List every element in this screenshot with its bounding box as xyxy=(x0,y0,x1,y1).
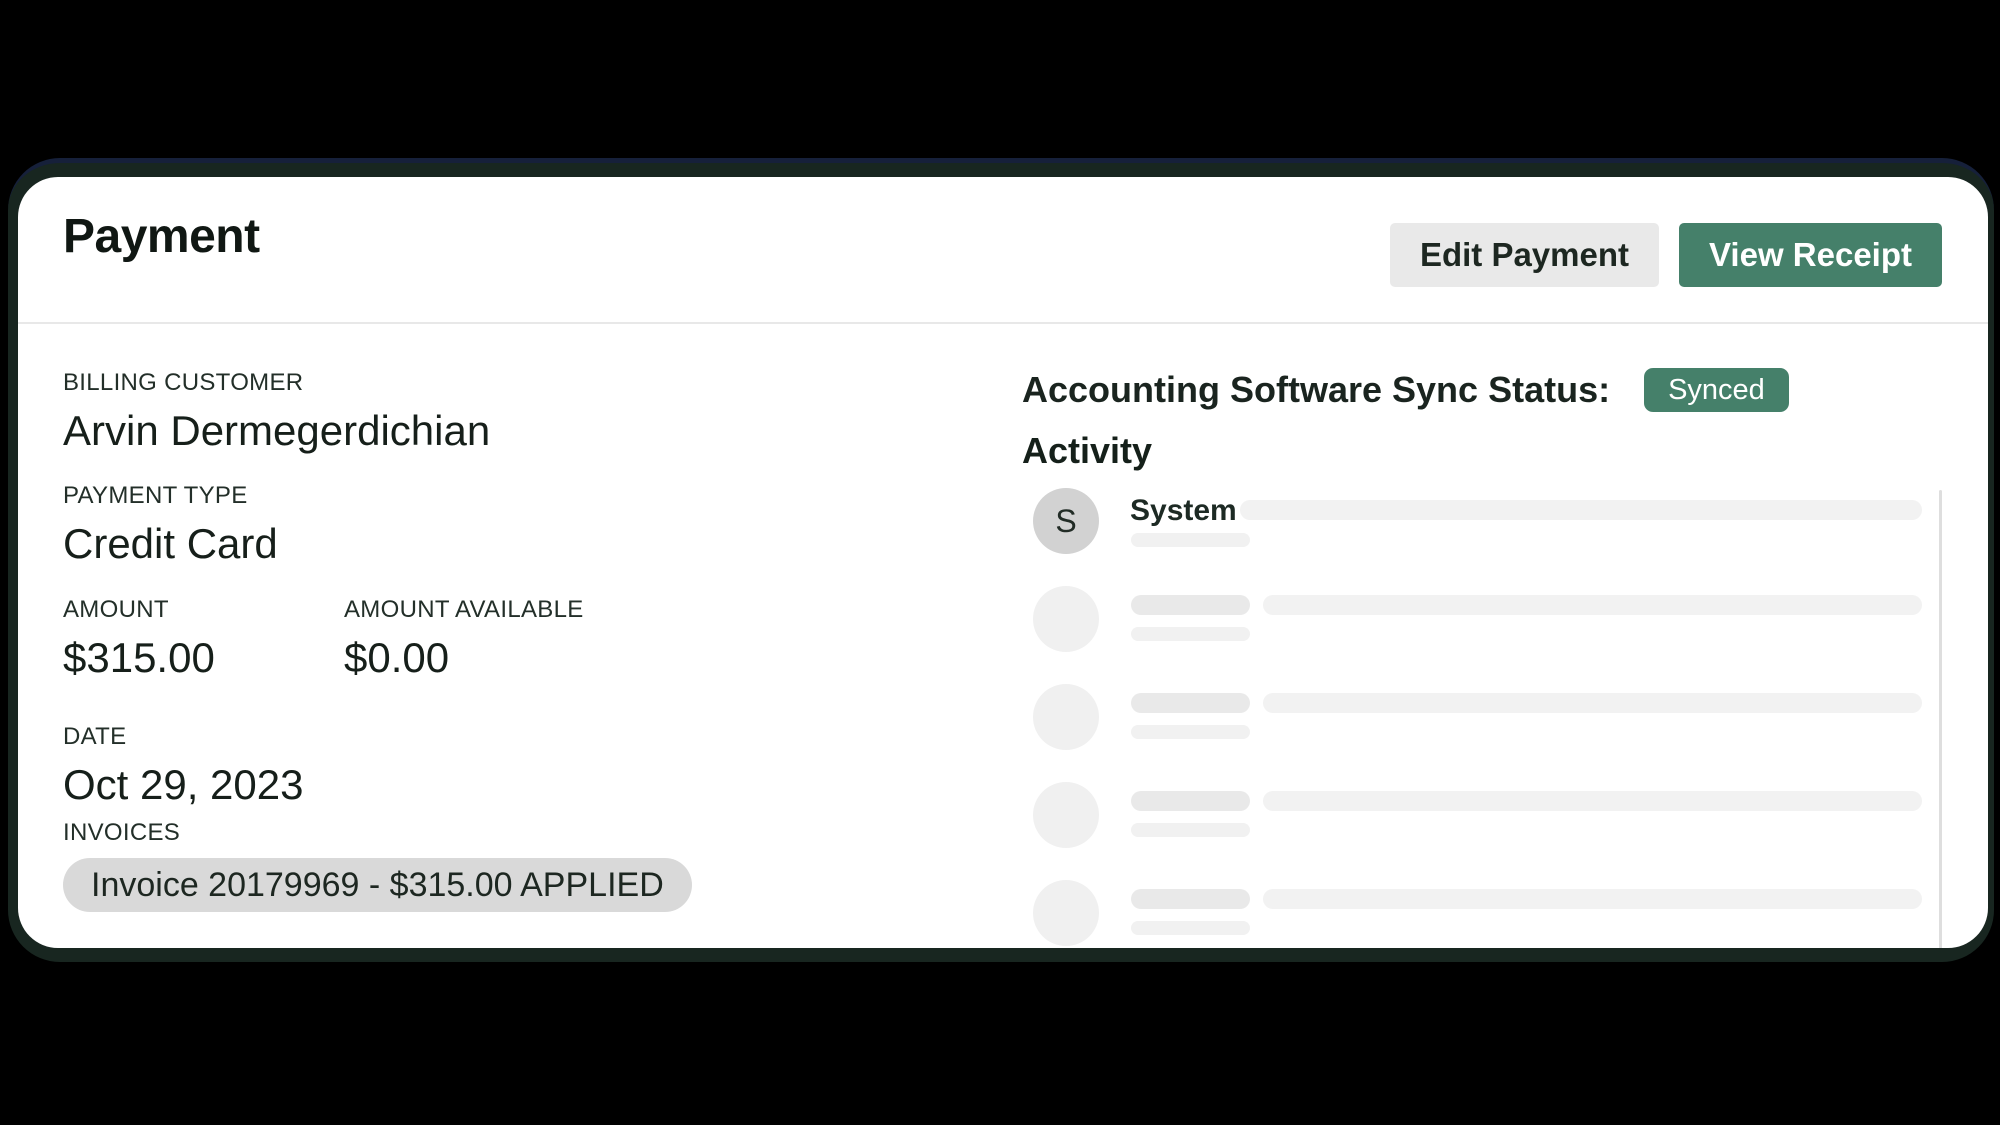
skeleton-bar xyxy=(1263,889,1922,909)
activity-skeleton-row xyxy=(1022,782,1922,880)
activity-skeleton-row xyxy=(1022,880,1922,948)
card-halo: Payment Edit Payment View Receipt BILLIN… xyxy=(8,158,1994,962)
field-value: $315.00 xyxy=(63,635,215,681)
skeleton-bar xyxy=(1263,693,1922,713)
field-invoices: INVOICES Invoice 20179969 - $315.00 APPL… xyxy=(63,818,692,912)
activity-heading: Activity xyxy=(1022,430,1152,472)
sync-status-row: Accounting Software Sync Status: Synced xyxy=(1022,368,1789,412)
field-value: Oct 29, 2023 xyxy=(63,762,304,808)
field-amount-available: AMOUNT AVAILABLE $0.00 xyxy=(344,595,584,681)
activity-row-system: S System xyxy=(1022,488,1922,586)
skeleton-bar xyxy=(1240,500,1922,520)
edit-payment-button[interactable]: Edit Payment xyxy=(1390,223,1659,287)
skeleton-bar xyxy=(1263,595,1922,615)
payment-card: Payment Edit Payment View Receipt BILLIN… xyxy=(18,177,1988,948)
field-value: Arvin Dermegerdichian xyxy=(63,408,490,454)
activity-skeleton-row xyxy=(1022,684,1922,782)
activity-list: S System xyxy=(1022,488,1922,948)
field-label: AMOUNT AVAILABLE xyxy=(344,595,584,625)
skeleton-bar xyxy=(1131,921,1250,935)
field-value: Credit Card xyxy=(63,521,278,567)
skeleton-bar xyxy=(1263,791,1922,811)
skeleton-bar xyxy=(1131,791,1250,811)
avatar-placeholder xyxy=(1033,586,1099,652)
skeleton-bar xyxy=(1131,889,1250,909)
page-background: Payment Edit Payment View Receipt BILLIN… xyxy=(0,0,2000,1125)
skeleton-bar xyxy=(1131,595,1250,615)
field-label: PAYMENT TYPE xyxy=(63,481,278,511)
field-label: INVOICES xyxy=(63,818,692,848)
header-actions: Edit Payment View Receipt xyxy=(1390,223,1942,287)
field-payment-type: PAYMENT TYPE Credit Card xyxy=(63,481,278,567)
page-title: Payment xyxy=(63,207,260,267)
field-value: $0.00 xyxy=(344,635,584,681)
activity-actor-name: System xyxy=(1130,496,1237,526)
field-label: BILLING CUSTOMER xyxy=(63,368,490,398)
view-receipt-button[interactable]: View Receipt xyxy=(1679,223,1942,287)
field-date: DATE Oct 29, 2023 xyxy=(63,722,304,808)
avatar-placeholder xyxy=(1033,684,1099,750)
avatar-placeholder xyxy=(1033,880,1099,946)
skeleton-bar xyxy=(1131,725,1250,739)
sync-status-badge: Synced xyxy=(1644,368,1789,412)
header-divider xyxy=(18,322,1988,324)
skeleton-bar xyxy=(1131,533,1250,547)
field-label: DATE xyxy=(63,722,304,752)
system-avatar: S xyxy=(1033,488,1099,554)
field-billing-customer: BILLING CUSTOMER Arvin Dermegerdichian xyxy=(63,368,490,454)
avatar-placeholder xyxy=(1033,782,1099,848)
field-amount: AMOUNT $315.00 xyxy=(63,595,215,681)
skeleton-bar xyxy=(1131,693,1250,713)
skeleton-bar xyxy=(1131,823,1250,837)
activity-scrollbar[interactable] xyxy=(1939,490,1942,948)
field-label: AMOUNT xyxy=(63,595,215,625)
skeleton-bar xyxy=(1131,627,1250,641)
sync-status-label: Accounting Software Sync Status: xyxy=(1022,369,1610,411)
activity-skeleton-row xyxy=(1022,586,1922,684)
invoice-chip[interactable]: Invoice 20179969 - $315.00 APPLIED xyxy=(63,858,692,912)
